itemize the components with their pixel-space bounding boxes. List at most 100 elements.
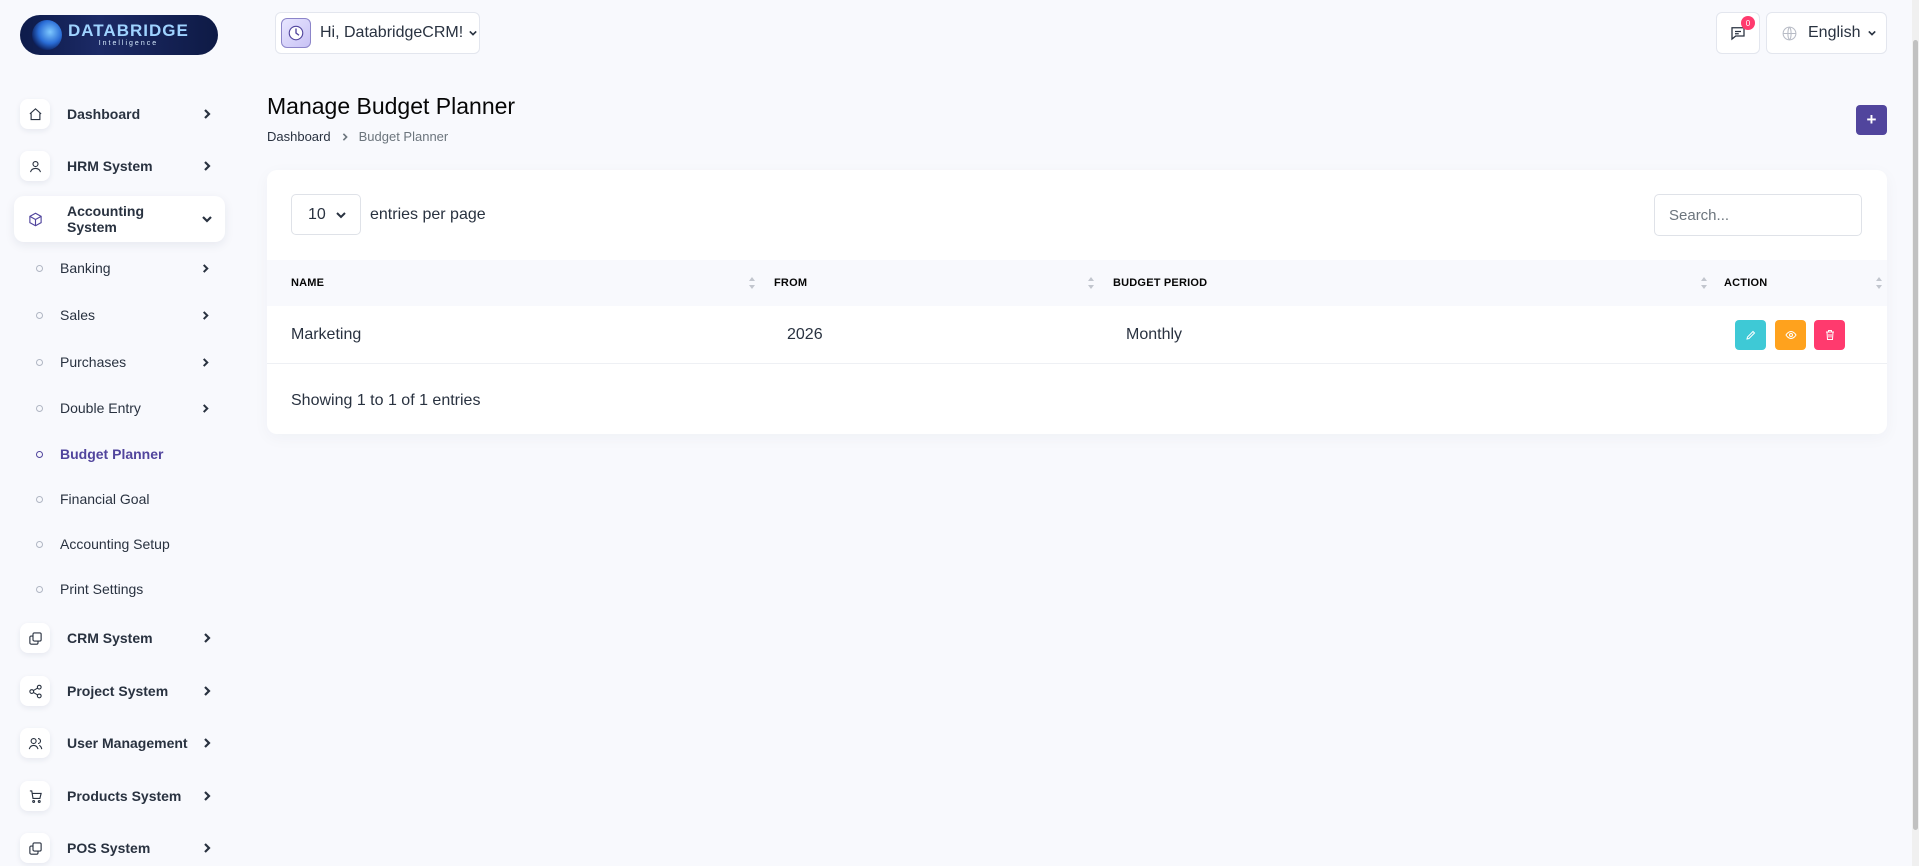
language-label: English <box>1808 24 1861 41</box>
edit-button[interactable] <box>1735 320 1766 350</box>
sidebar-item-hrm[interactable]: HRM System <box>14 143 225 189</box>
table-row: Marketing 2026 Monthly <box>267 306 1887 364</box>
table-info: Showing 1 to 1 of 1 entries <box>291 392 481 409</box>
chevron-right-icon <box>197 628 217 648</box>
notification-badge: 0 <box>1741 16 1755 30</box>
eye-icon <box>1784 329 1797 341</box>
logo-globe-icon <box>32 20 62 50</box>
bullet-icon <box>36 358 43 366</box>
per-page-value: 10 <box>308 205 326 223</box>
breadcrumb-current: Budget Planner <box>358 129 449 144</box>
entries-per-page: 10 entries per page <box>291 194 486 235</box>
user-icon <box>20 151 50 181</box>
column-header-action[interactable]: ACTION <box>1724 260 1767 306</box>
sidebar-item-pos[interactable]: POS System <box>14 825 225 866</box>
breadcrumb-home-link[interactable]: Dashboard <box>267 129 331 144</box>
budget-table-card: 10 entries per page NAME FROM BUDGET PER… <box>267 170 1887 434</box>
bullet-icon <box>36 540 43 548</box>
sort-icon[interactable] <box>1087 276 1095 290</box>
sidebar: DATABRIDGE Intelligence Dashboard HRM Sy… <box>0 0 240 866</box>
chevron-right-icon <box>341 132 349 141</box>
page-title: Manage Budget Planner <box>267 93 516 119</box>
per-page-label: entries per page <box>370 205 486 223</box>
cart-icon <box>20 781 50 811</box>
view-button[interactable] <box>1775 320 1806 350</box>
sidebar-item-label: User Management <box>67 735 188 751</box>
chevron-down-icon <box>197 209 217 229</box>
users-icon <box>20 728 50 758</box>
home-icon <box>20 99 50 129</box>
chevron-down-icon <box>469 29 477 37</box>
bullet-icon <box>36 495 43 503</box>
messages-button[interactable]: 0 <box>1716 12 1760 54</box>
sidebar-subitem-financial-goal[interactable]: Financial Goal <box>36 484 216 514</box>
bullet-icon <box>36 450 43 458</box>
delete-button[interactable] <box>1814 320 1845 350</box>
share-icon <box>20 676 50 706</box>
chevron-right-icon <box>197 156 217 176</box>
sort-icon[interactable] <box>748 276 756 290</box>
sidebar-subitem-label: Accounting Setup <box>60 536 170 552</box>
globe-icon <box>1781 25 1798 42</box>
sidebar-item-accounting[interactable]: Accounting System <box>14 196 225 242</box>
sidebar-item-crm[interactable]: CRM System <box>14 615 225 661</box>
box-icon <box>20 204 50 234</box>
sidebar-subitem-budget-planner[interactable]: Budget Planner <box>36 439 216 469</box>
sidebar-subitem-accounting-setup[interactable]: Accounting Setup <box>36 529 216 559</box>
sidebar-item-label: HRM System <box>67 158 153 174</box>
add-budget-button[interactable]: + <box>1856 105 1887 135</box>
chevron-right-icon <box>197 786 217 806</box>
chevron-down-icon <box>1868 29 1877 37</box>
chevron-right-icon <box>197 681 217 701</box>
per-page-select[interactable]: 10 <box>291 194 361 235</box>
layers-icon <box>20 623 50 653</box>
chevron-right-icon <box>197 733 217 753</box>
bullet-icon <box>36 264 43 272</box>
sidebar-subitem-print-settings[interactable]: Print Settings <box>36 574 216 604</box>
sidebar-item-dashboard[interactable]: Dashboard <box>14 91 225 137</box>
sidebar-subitem-label: Sales <box>60 307 96 323</box>
user-menu-button[interactable]: Hi, DatabridgeCRM! <box>275 12 480 54</box>
sidebar-subitem-label: Double Entry <box>60 400 141 416</box>
chevron-right-icon <box>201 263 210 273</box>
sidebar-subitem-label: Print Settings <box>60 581 144 597</box>
sidebar-subitem-banking[interactable]: Banking <box>36 253 216 283</box>
sidebar-item-label: Dashboard <box>67 106 141 122</box>
scrollbar-thumb[interactable] <box>1913 40 1918 830</box>
brand-logo[interactable]: DATABRIDGE Intelligence <box>20 15 218 55</box>
cell-name: Marketing <box>291 326 362 343</box>
chevron-right-icon <box>201 310 210 320</box>
sidebar-subitem-label: Banking <box>60 260 111 276</box>
user-greeting: Hi, DatabridgeCRM! <box>320 24 464 41</box>
sidebar-subitem-label: Financial Goal <box>60 491 150 507</box>
language-selector[interactable]: English <box>1766 12 1887 54</box>
column-header-from[interactable]: FROM <box>774 260 807 306</box>
sidebar-item-label: CRM System <box>67 630 153 646</box>
chevron-right-icon <box>201 403 210 413</box>
column-header-name[interactable]: NAME <box>291 260 324 306</box>
sidebar-subitem-label: Budget Planner <box>60 446 164 462</box>
sidebar-item-products[interactable]: Products System <box>14 773 225 819</box>
sidebar-item-label: Project System <box>67 683 169 699</box>
avatar <box>281 18 311 48</box>
sidebar-subitem-double-entry[interactable]: Double Entry <box>36 393 216 423</box>
cell-from: 2026 <box>787 326 823 343</box>
trash-icon <box>1824 329 1836 341</box>
bullet-icon <box>36 311 43 319</box>
chevron-right-icon <box>197 838 217 858</box>
chevron-right-icon <box>201 357 210 367</box>
chevron-right-icon <box>197 104 217 124</box>
sidebar-item-project[interactable]: Project System <box>14 668 225 714</box>
search-input[interactable] <box>1654 194 1862 236</box>
sidebar-item-label: POS System <box>67 840 151 856</box>
pencil-icon <box>1745 329 1757 341</box>
sidebar-subitem-purchases[interactable]: Purchases <box>36 347 216 377</box>
table-header: NAME FROM BUDGET PERIOD ACTION <box>267 260 1887 306</box>
brand-subtitle: Intelligence <box>98 40 159 47</box>
sidebar-item-label: Products System <box>67 788 182 804</box>
sidebar-subitem-sales[interactable]: Sales <box>36 300 216 330</box>
sidebar-item-user-management[interactable]: User Management <box>14 720 225 766</box>
sort-icon[interactable] <box>1875 276 1883 290</box>
column-header-budget-period[interactable]: BUDGET PERIOD <box>1113 260 1207 306</box>
sort-icon[interactable] <box>1700 276 1708 290</box>
